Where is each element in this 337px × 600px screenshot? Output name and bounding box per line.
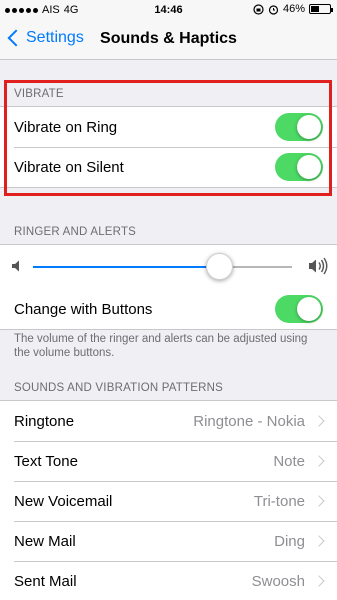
battery-percent: 46%	[282, 3, 305, 15]
toggle-knob	[297, 297, 321, 321]
chevron-right-icon	[313, 575, 325, 587]
sent-mail-row[interactable]: Sent Mail Swoosh	[0, 561, 337, 600]
vibrate-on-silent-toggle[interactable]	[275, 153, 323, 181]
text-tone-row[interactable]: Text Tone Note	[0, 441, 337, 481]
chevron-right-icon	[313, 415, 325, 427]
ringer-footer-note: The volume of the ringer and alerts can …	[14, 333, 308, 359]
vibrate-on-ring-label: Vibrate on Ring	[14, 118, 118, 136]
new-mail-row[interactable]: New Mail Ding	[0, 521, 337, 561]
sent-mail-label: Sent Mail	[14, 572, 77, 590]
chevron-right-icon	[313, 535, 325, 547]
patterns-group: Ringtone Ringtone - Nokia Text Tone Note…	[0, 400, 337, 600]
vibrate-on-silent-row: Vibrate on Silent	[0, 147, 337, 187]
change-with-buttons-row: Change with Buttons	[0, 289, 337, 329]
speaker-low-icon	[12, 260, 19, 272]
volume-slider-row	[0, 245, 337, 289]
battery-icon	[309, 4, 333, 14]
volume-slider-fill	[33, 266, 220, 268]
new-mail-value: Ding	[274, 532, 305, 550]
new-mail-label: New Mail	[14, 532, 76, 550]
page-title: Sounds & Haptics	[100, 30, 237, 47]
text-tone-value: Note	[273, 452, 305, 470]
text-tone-label: Text Tone	[14, 452, 78, 470]
vibrate-group: Vibrate on Ring Vibrate on Silent	[0, 106, 337, 188]
status-bar: AIS 4G 14:46 46%	[0, 0, 337, 20]
chevron-right-icon	[313, 495, 325, 507]
navigation-bar: Settings Sounds & Haptics	[0, 20, 337, 60]
speaker-high-icon	[309, 257, 328, 275]
ringtone-value: Ringtone - Nokia	[193, 412, 305, 430]
alarm-icon	[268, 4, 279, 15]
chevron-right-icon	[313, 455, 325, 467]
section-header-patterns: SOUNDS AND VIBRATION PATTERNS	[14, 382, 223, 394]
orientation-lock-icon	[253, 3, 264, 15]
volume-slider-knob[interactable]	[205, 253, 233, 280]
section-header-vibrate: VIBRATE	[14, 88, 64, 100]
sent-mail-value: Swoosh	[251, 572, 305, 590]
section-header-ringer: RINGER AND ALERTS	[14, 226, 137, 238]
change-with-buttons-toggle[interactable]	[275, 295, 323, 323]
new-voicemail-value: Tri-tone	[253, 492, 305, 510]
status-right: 46%	[253, 3, 333, 15]
ringtone-row[interactable]: Ringtone Ringtone - Nokia	[0, 401, 337, 441]
new-voicemail-row[interactable]: New Voicemail Tri-tone	[0, 481, 337, 521]
change-with-buttons-label: Change with Buttons	[14, 300, 153, 318]
vibrate-on-silent-label: Vibrate on Silent	[14, 158, 124, 176]
vibrate-on-ring-row: Vibrate on Ring	[0, 107, 337, 147]
toggle-knob	[297, 115, 321, 139]
toggle-knob	[297, 155, 321, 179]
new-voicemail-label: New Voicemail	[14, 492, 113, 510]
ringer-group: Change with Buttons	[0, 244, 337, 330]
battery-fill	[311, 6, 319, 12]
ringtone-label: Ringtone	[14, 412, 75, 430]
vibrate-on-ring-toggle[interactable]	[275, 113, 323, 141]
